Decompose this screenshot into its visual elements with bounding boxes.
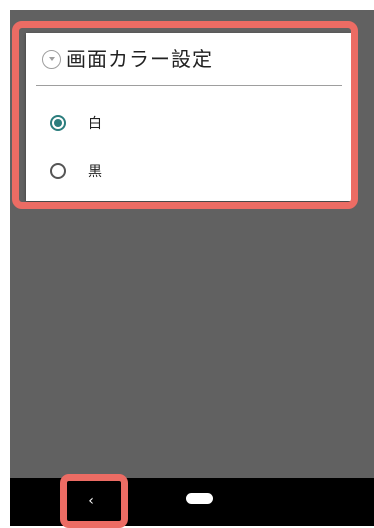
home-button[interactable] [186, 493, 213, 504]
dialog-highlight-frame [12, 21, 358, 209]
back-button-highlight-frame [60, 474, 128, 528]
